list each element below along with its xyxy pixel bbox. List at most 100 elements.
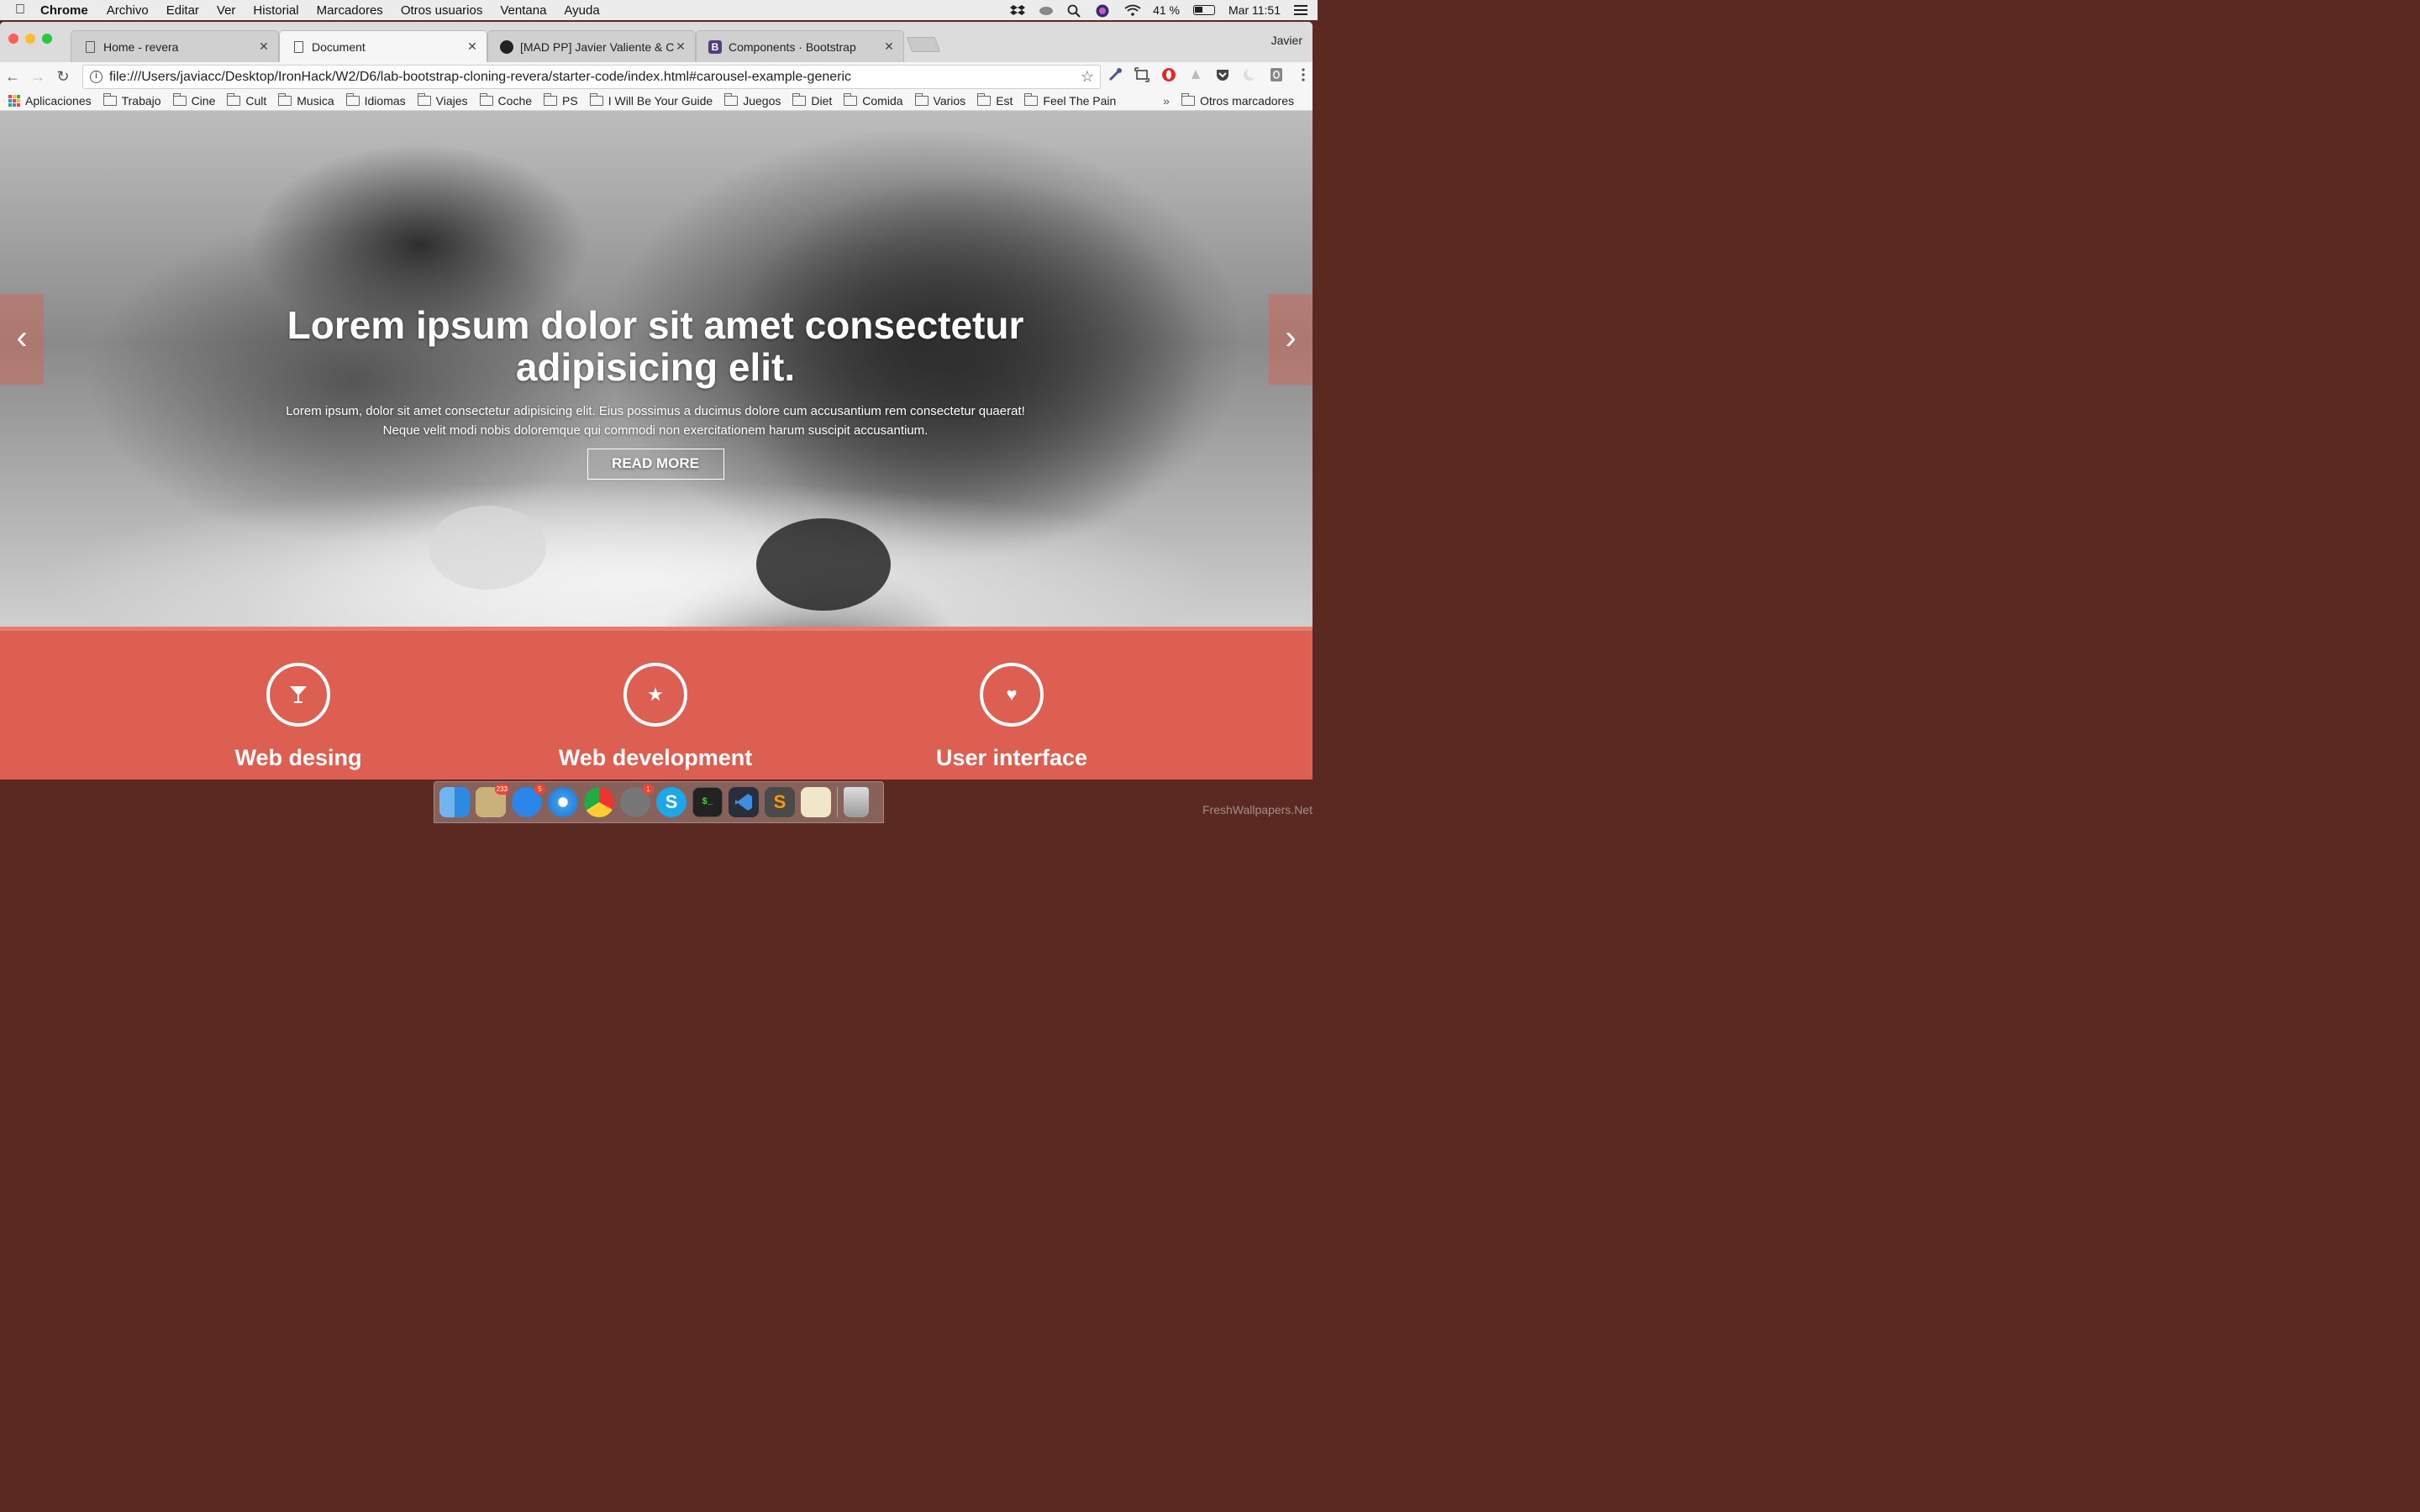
tab-bootstrap-components[interactable]: B Components · Bootstrap ✕ [696, 30, 904, 62]
extension-badge-icon[interactable] [1269, 67, 1284, 82]
menubar-clock[interactable]: Mar 11:51 [1228, 3, 1281, 17]
opera-extension-icon[interactable] [1161, 67, 1176, 82]
siri-icon[interactable] [1096, 4, 1111, 18]
tab-title: Document [312, 39, 366, 54]
bookmark-label: Musica [297, 93, 334, 108]
system-preferences-icon[interactable]: 1 [620, 784, 654, 817]
hero-text: Lorem ipsum, dolor sit amet consectetur … [235, 402, 1076, 440]
minimize-window-button[interactable] [25, 34, 35, 44]
bookmark-folder-juegos[interactable]: Juegos [724, 92, 781, 108]
bookmark-folder-varios[interactable]: Varios [914, 92, 965, 108]
bookmark-folder-ps[interactable]: PS [544, 92, 578, 108]
service-user-interface: ♥ User interface [886, 663, 1138, 771]
bookmark-folder-diet[interactable]: Diet [792, 92, 833, 108]
app-store-icon[interactable]: 5 [512, 784, 545, 817]
bookmark-folder-idiomas[interactable]: Idiomas [345, 92, 406, 108]
dropbox-icon[interactable] [1010, 4, 1026, 16]
eyedropper-extension-icon[interactable] [1107, 67, 1123, 82]
folder-icon [977, 92, 992, 106]
trash-icon[interactable] [844, 787, 869, 817]
hero-text-line2: Neque velit modi nobis doloremque qui co… [382, 423, 929, 438]
zoom-window-button[interactable] [42, 34, 52, 44]
safari-icon[interactable] [548, 787, 578, 817]
tab-document[interactable]: Document ✕ [279, 30, 487, 62]
wifi-icon[interactable] [1124, 4, 1141, 16]
bookmark-folder-comida[interactable]: Comida [844, 92, 903, 108]
service-title: Web desing [234, 745, 362, 770]
tab-title: Components · Bootstrap [729, 39, 856, 54]
extension-moon-icon[interactable] [1242, 67, 1257, 82]
menu-ventana[interactable]: Ventana [500, 3, 546, 18]
bookmark-folder-cult[interactable]: Cult [227, 92, 266, 108]
back-arrow-icon[interactable]: ← [0, 68, 25, 86]
mail-icon[interactable]: 233 [476, 784, 509, 817]
macos-dock: 233 5 1 S $_ S [434, 781, 884, 823]
carousel-next-button[interactable]: › [1269, 294, 1313, 385]
new-tab-button[interactable] [906, 37, 941, 52]
bookmark-folder-guide[interactable]: I Will Be Your Guide [589, 92, 713, 108]
chrome-menu-icon[interactable] [1296, 67, 1311, 82]
folder-icon [544, 92, 558, 106]
tab-close-icon[interactable]: ✕ [466, 39, 478, 54]
textedit-icon[interactable] [801, 787, 831, 817]
close-window-button[interactable] [8, 34, 18, 44]
bookmark-apps[interactable]: Aplicaciones [8, 94, 92, 108]
battery-icon[interactable] [1193, 5, 1215, 15]
macos-menubar:  Chrome Archivo Editar Ver Historial Ma… [0, 0, 1318, 20]
reload-icon[interactable]: ↻ [50, 68, 76, 86]
bookmark-label: Viajes [435, 93, 468, 108]
pocket-extension-icon[interactable] [1215, 67, 1230, 82]
menu-archivo[interactable]: Archivo [107, 3, 149, 18]
tab-github-pr[interactable]: [MAD PP] Javier Valiente & Ca ✕ [487, 30, 696, 62]
carousel-prev-button[interactable]: ‹ [0, 294, 44, 385]
profile-name[interactable]: Javier [1271, 34, 1302, 47]
finder-icon[interactable] [439, 787, 470, 817]
bookmark-folder-est[interactable]: Est [977, 92, 1013, 108]
bookmark-folder-feel-the-pain[interactable]: Feel The Pain [1024, 92, 1116, 108]
menu-ayuda[interactable]: Ayuda [564, 3, 599, 18]
bookmark-star-icon[interactable]: ☆ [1075, 68, 1100, 86]
bookmark-label: Cine [191, 93, 216, 108]
screenshot-extension-icon[interactable] [1134, 67, 1150, 82]
window-controls [8, 34, 52, 44]
menu-historial[interactable]: Historial [253, 3, 298, 18]
chrome-window: Home - revera ✕ Document ✕ [MAD PP] Javi… [0, 22, 1313, 780]
tab-close-icon[interactable]: ✕ [883, 39, 895, 54]
terminal-icon[interactable]: $_ [692, 787, 723, 817]
apple-menu-icon[interactable]:  [0, 3, 40, 18]
spotlight-search-icon[interactable] [1067, 4, 1082, 18]
chrome-icon[interactable] [584, 787, 614, 817]
notification-center-icon[interactable] [1294, 5, 1307, 15]
bookmark-folder-viajes[interactable]: Viajes [417, 92, 468, 108]
tab-close-icon[interactable]: ✕ [675, 39, 687, 54]
bookmark-folder-trabajo[interactable]: Trabajo [103, 92, 161, 108]
info-icon[interactable]: i [90, 71, 103, 83]
extension-icon[interactable] [1188, 67, 1203, 82]
bookmark-folder-musica[interactable]: Musica [278, 92, 334, 108]
bookmark-folder-cine[interactable]: Cine [172, 92, 216, 108]
bookmark-label: Diet [811, 93, 833, 108]
folder-icon [417, 92, 431, 106]
skype-icon[interactable]: S [656, 787, 687, 817]
bookmark-folder-otros[interactable]: Otros marcadores [1181, 93, 1294, 108]
bookmarks-overflow-chevron[interactable]: » [1163, 94, 1170, 108]
app-menu-chrome[interactable]: Chrome [40, 3, 88, 18]
folder-icon [103, 92, 117, 106]
menu-editar[interactable]: Editar [166, 3, 199, 18]
service-web-design: Web desing [172, 663, 424, 771]
tab-home-revera[interactable]: Home - revera ✕ [71, 30, 279, 62]
folder-icon [172, 92, 187, 106]
sublime-text-icon[interactable]: S [765, 787, 795, 817]
address-bar[interactable]: i file:///Users/javiacc/Desktop/IronHack… [82, 65, 1101, 89]
menu-otros-usuarios[interactable]: Otros usuarios [401, 3, 483, 18]
github-icon [500, 39, 513, 54]
forward-arrow-icon[interactable]: → [25, 68, 50, 86]
menu-ver[interactable]: Ver [217, 3, 236, 18]
tab-close-icon[interactable]: ✕ [258, 39, 270, 54]
read-more-button[interactable]: READ MORE [587, 449, 724, 480]
bookmark-folder-coche[interactable]: Coche [479, 92, 532, 108]
menu-marcadores[interactable]: Marcadores [317, 3, 383, 18]
url-text[interactable]: file:///Users/javiacc/Desktop/IronHack/W… [109, 70, 1075, 85]
vscode-icon[interactable] [729, 787, 759, 817]
menubar-app-icon[interactable] [1039, 4, 1054, 16]
